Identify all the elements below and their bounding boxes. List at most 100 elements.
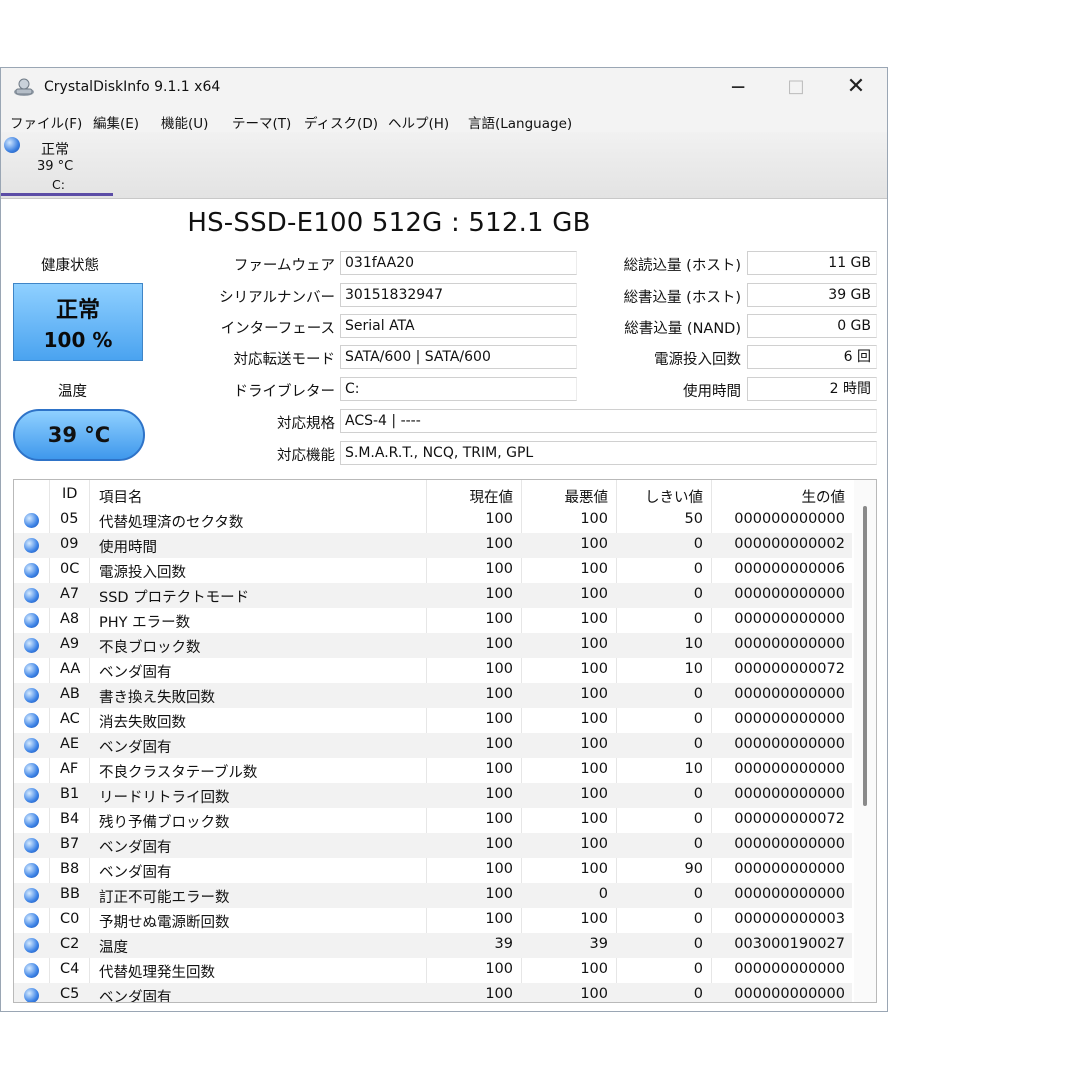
cell-id: C4 bbox=[60, 961, 80, 977]
features-label: 対応機能 bbox=[277, 448, 335, 464]
cell-current: 100 bbox=[485, 761, 513, 777]
host-writes-value: 39 GB bbox=[747, 283, 877, 307]
table-row[interactable]: B4 残り予備ブロック数 100 100 0 000000000072 bbox=[14, 808, 852, 833]
menu-theme[interactable]: テーマ(T) bbox=[232, 112, 291, 132]
cell-worst: 100 bbox=[580, 786, 608, 802]
status-dot-icon bbox=[24, 938, 39, 953]
header-raw[interactable]: 生の値 bbox=[714, 486, 846, 507]
temperature-box[interactable]: 39 °C bbox=[13, 409, 145, 461]
menu-language[interactable]: 言語(Language) bbox=[468, 112, 572, 132]
cell-name: 訂正不可能エラー数 bbox=[99, 890, 230, 906]
menu-disk[interactable]: ディスク(D) bbox=[304, 112, 378, 132]
cell-worst: 100 bbox=[580, 686, 608, 702]
close-button[interactable]: ✕ bbox=[827, 68, 885, 106]
menu-help[interactable]: ヘルプ(H) bbox=[388, 112, 449, 132]
table-header: ID 項目名 現在値 最悪値 しきい値 生の値 bbox=[14, 480, 852, 508]
table-row[interactable]: B8 ベンダ固有 100 100 90 000000000000 bbox=[14, 858, 852, 883]
power-on-count-label: 電源投入回数 bbox=[654, 352, 741, 368]
table-row[interactable]: B1 リードリトライ回数 100 100 0 000000000000 bbox=[14, 783, 852, 808]
health-status-text: 正常 bbox=[55, 298, 100, 323]
header-threshold[interactable]: しきい値 bbox=[619, 486, 703, 507]
cell-name: 温度 bbox=[99, 940, 128, 956]
title-bar[interactable]: CrystalDiskInfo 9.1.1 x64 ─ □ ✕ bbox=[1, 68, 887, 106]
cell-raw: 000000000000 bbox=[734, 786, 845, 802]
table-row[interactable]: A8 PHY エラー数 100 100 0 000000000000 bbox=[14, 608, 852, 633]
table-row[interactable]: C2 温度 39 39 0 003000190027 bbox=[14, 933, 852, 958]
host-reads-value: 11 GB bbox=[747, 251, 877, 275]
status-dot-icon bbox=[24, 713, 39, 728]
cell-raw: 000000000000 bbox=[734, 961, 845, 977]
cell-name: ベンダ固有 bbox=[99, 865, 172, 881]
cell-name: 代替処理発生回数 bbox=[99, 965, 215, 981]
menu-file[interactable]: ファイル(F) bbox=[10, 112, 82, 132]
table-row[interactable]: BB 訂正不可能エラー数 100 0 0 000000000000 bbox=[14, 883, 852, 908]
cell-threshold: 90 bbox=[684, 861, 703, 877]
cell-worst: 100 bbox=[580, 711, 608, 727]
table-row[interactable]: AC 消去失敗回数 100 100 0 000000000000 bbox=[14, 708, 852, 733]
table-row[interactable]: B7 ベンダ固有 100 100 0 000000000000 bbox=[14, 833, 852, 858]
cell-worst: 39 bbox=[589, 936, 608, 952]
drive-tab-c[interactable]: 正常 39 °C C: bbox=[1, 132, 113, 196]
status-dot-icon bbox=[24, 613, 39, 628]
status-dot-icon bbox=[24, 538, 39, 553]
minimize-button[interactable]: ─ bbox=[709, 68, 767, 106]
transfer-mode-label: 対応転送モード bbox=[233, 352, 336, 368]
power-on-hours-value: 2 時間 bbox=[747, 377, 877, 401]
cell-threshold: 0 bbox=[693, 711, 703, 727]
cell-worst: 100 bbox=[580, 986, 608, 1002]
health-percent: 100 % bbox=[43, 328, 113, 352]
cell-raw: 000000000000 bbox=[734, 711, 845, 727]
maximize-button[interactable]: □ bbox=[767, 68, 825, 106]
table-row[interactable]: AA ベンダ固有 100 100 10 000000000072 bbox=[14, 658, 852, 683]
cell-name: 残り予備ブロック数 bbox=[99, 815, 230, 831]
table-row[interactable]: 0C 電源投入回数 100 100 0 000000000006 bbox=[14, 558, 852, 583]
cell-current: 100 bbox=[485, 511, 513, 527]
table-row[interactable]: C5 ベンダ固有 100 100 0 000000000000 bbox=[14, 983, 852, 1002]
cell-current: 100 bbox=[485, 961, 513, 977]
cell-threshold: 10 bbox=[684, 761, 703, 777]
table-row[interactable]: AF 不良クラスタテーブル数 100 100 10 000000000000 bbox=[14, 758, 852, 783]
firmware-label: ファームウェア bbox=[233, 258, 335, 274]
cell-name: ベンダ固有 bbox=[99, 840, 172, 856]
nand-writes-label: 総書込量 (NAND) bbox=[624, 321, 741, 337]
table-row[interactable]: 09 使用時間 100 100 0 000000000002 bbox=[14, 533, 852, 558]
temperature-label: 温度 bbox=[58, 384, 87, 400]
header-id[interactable]: ID bbox=[62, 486, 77, 502]
status-dot-icon bbox=[24, 788, 39, 803]
cell-threshold: 0 bbox=[693, 961, 703, 977]
menu-edit[interactable]: 編集(E) bbox=[93, 112, 139, 132]
cell-current: 100 bbox=[485, 861, 513, 877]
menu-function[interactable]: 機能(U) bbox=[161, 112, 208, 132]
cell-current: 100 bbox=[485, 561, 513, 577]
table-row[interactable]: C0 予期せぬ電源断回数 100 100 0 000000000003 bbox=[14, 908, 852, 933]
health-status-box[interactable]: 正常 100 % bbox=[13, 283, 143, 361]
header-current[interactable]: 現在値 bbox=[429, 486, 514, 507]
table-row[interactable]: 05 代替処理済のセクタ数 100 100 50 000000000000 bbox=[14, 508, 852, 533]
status-dot-icon bbox=[24, 963, 39, 978]
host-reads-label: 総読込量 (ホスト) bbox=[623, 258, 741, 274]
cell-id: AF bbox=[60, 761, 79, 777]
table-scrollbar[interactable] bbox=[854, 480, 876, 1002]
header-name[interactable]: 項目名 bbox=[99, 486, 143, 507]
cell-raw: 000000000006 bbox=[734, 561, 845, 577]
table-row[interactable]: AE ベンダ固有 100 100 0 000000000000 bbox=[14, 733, 852, 758]
cell-id: C2 bbox=[60, 936, 80, 952]
cell-threshold: 10 bbox=[684, 636, 703, 652]
cell-name: 電源投入回数 bbox=[99, 565, 186, 581]
table-row[interactable]: AB 書き換え失敗回数 100 100 0 000000000000 bbox=[14, 683, 852, 708]
cell-raw: 000000000002 bbox=[734, 536, 845, 552]
status-dot-icon bbox=[24, 763, 39, 778]
table-row[interactable]: A7 SSD プロテクトモード 100 100 0 000000000000 bbox=[14, 583, 852, 608]
firmware-value: 031fAA20 bbox=[340, 251, 577, 275]
cell-raw: 003000190027 bbox=[734, 936, 845, 952]
cell-raw: 000000000000 bbox=[734, 636, 845, 652]
scrollbar-thumb[interactable] bbox=[863, 506, 867, 806]
table-row[interactable]: A9 不良ブロック数 100 100 10 000000000000 bbox=[14, 633, 852, 658]
drive-tab-temperature: 39 °C bbox=[37, 159, 74, 174]
smart-attributes-table[interactable]: ID 項目名 現在値 最悪値 しきい値 生の値 05 代替処理済のセクタ数 100 1… bbox=[13, 479, 877, 1003]
status-dot-icon bbox=[24, 588, 39, 603]
table-row[interactable]: C4 代替処理発生回数 100 100 0 000000000000 bbox=[14, 958, 852, 983]
cell-worst: 100 bbox=[580, 761, 608, 777]
header-worst[interactable]: 最悪値 bbox=[524, 486, 609, 507]
serial-value: 30151832947 bbox=[340, 283, 577, 307]
